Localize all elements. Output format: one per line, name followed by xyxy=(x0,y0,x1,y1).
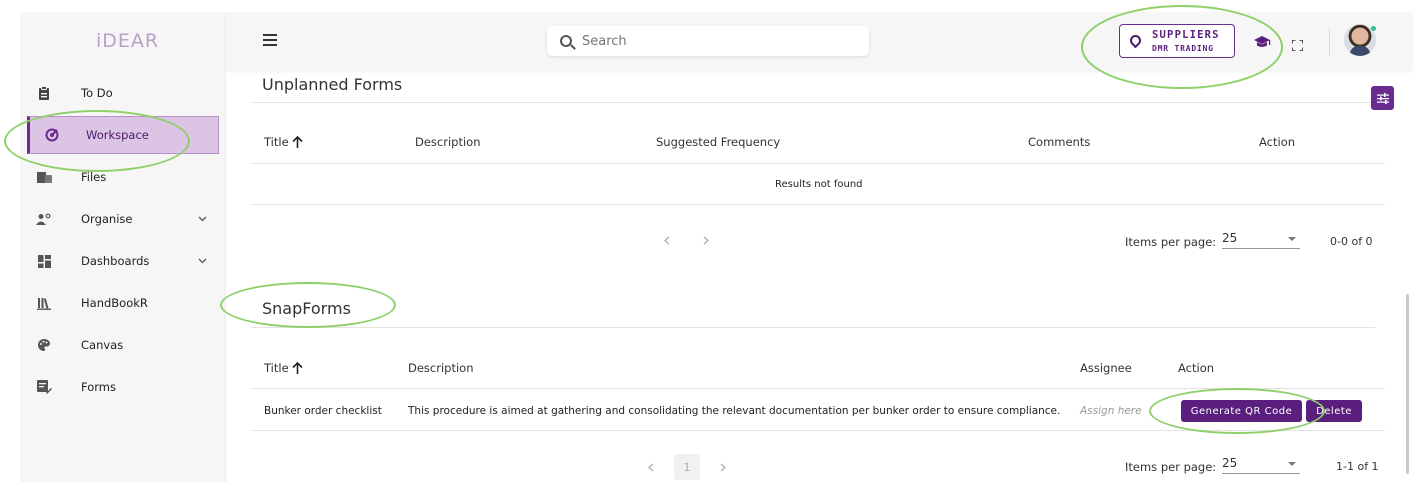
column-header-suggested-frequency: Suggested Frequency xyxy=(656,135,781,149)
scrollbar[interactable] xyxy=(1406,294,1409,474)
clipboard-icon xyxy=(36,85,52,101)
arrow-up-icon xyxy=(292,361,303,374)
row-title[interactable]: Bunker order checklist xyxy=(264,405,382,417)
column-header-assignee: Assignee xyxy=(1080,361,1132,375)
sidebar-item-label: Dashboards xyxy=(81,254,150,268)
divider xyxy=(251,388,1385,389)
pagination-range: 1-1 of 1 xyxy=(1336,460,1379,473)
sidebar-item-files[interactable]: Files xyxy=(20,158,226,196)
sidebar-item-label: Workspace xyxy=(86,128,149,142)
column-header-action: Action xyxy=(1178,361,1215,375)
app-logo: iDEAR xyxy=(96,30,160,52)
menu-icon[interactable] xyxy=(263,34,277,46)
section-title-snapforms: SnapForms xyxy=(262,299,351,318)
divider xyxy=(251,102,1385,103)
row-description: This procedure is aimed at gathering and… xyxy=(408,405,1061,417)
sidebar-item-label: Organise xyxy=(81,212,133,226)
dropdown-arrow-icon xyxy=(1288,462,1296,466)
people-icon xyxy=(36,211,52,227)
sidebar-item-workspace[interactable]: Workspace xyxy=(27,116,219,154)
filter-button[interactable] xyxy=(1371,86,1394,110)
column-header-description: Description xyxy=(408,361,474,375)
arrow-up-icon xyxy=(292,135,303,148)
graduation-cap-icon[interactable] xyxy=(1253,34,1271,48)
items-per-page-select[interactable]: 25 xyxy=(1222,456,1300,474)
target-icon xyxy=(44,127,60,143)
generate-qr-code-button[interactable]: Generate QR Code xyxy=(1181,400,1302,422)
delete-button[interactable]: Delete xyxy=(1306,400,1362,422)
column-header-title[interactable]: Title xyxy=(264,361,303,375)
top-bar: SUPPLIERS DMR TRADING xyxy=(227,12,1412,70)
palette-icon xyxy=(36,337,52,353)
supplier-title: SUPPLIERS xyxy=(1152,29,1220,41)
sidebar-item-label: HandBookR xyxy=(81,296,148,310)
pagination-range: 0-0 of 0 xyxy=(1330,235,1373,248)
divider xyxy=(251,327,1375,328)
next-page-button[interactable] xyxy=(720,461,726,475)
divider xyxy=(251,163,1385,164)
fullscreen-icon[interactable] xyxy=(1291,36,1304,52)
online-status-dot xyxy=(1371,26,1376,31)
divider xyxy=(1329,28,1330,56)
assign-here-link[interactable]: Assign here xyxy=(1080,405,1142,417)
prev-page-button[interactable] xyxy=(648,461,654,475)
chevron-down-icon xyxy=(198,214,207,225)
chevron-down-icon xyxy=(198,256,207,267)
dashboard-icon xyxy=(36,253,52,269)
items-per-page-label: Items per page: xyxy=(1125,460,1217,474)
sidebar-item-label: Files xyxy=(81,170,107,184)
column-header-comments: Comments xyxy=(1028,135,1091,149)
sidebar-item-label: To Do xyxy=(81,86,113,100)
books-icon xyxy=(36,295,52,311)
column-header-description: Description xyxy=(415,135,481,149)
supplier-selector[interactable]: SUPPLIERS DMR TRADING xyxy=(1119,24,1235,58)
items-per-page-label: Items per page: xyxy=(1125,235,1217,249)
sidebar-item-handbookr[interactable]: HandBookR xyxy=(20,284,226,322)
sidebar-item-dashboards[interactable]: Dashboards xyxy=(20,242,226,280)
items-per-page-select[interactable]: 25 xyxy=(1222,231,1300,249)
search-input[interactable] xyxy=(582,33,842,49)
folder-icon xyxy=(36,169,52,185)
sidebar-item-canvas[interactable]: Canvas xyxy=(20,326,226,364)
form-icon xyxy=(36,379,52,395)
prev-page-button[interactable] xyxy=(664,234,670,248)
column-header-title[interactable]: Title xyxy=(264,135,303,149)
dropdown-arrow-icon xyxy=(1288,237,1296,241)
sidebar-item-todo[interactable]: To Do xyxy=(20,74,226,112)
empty-results-text: Results not found xyxy=(775,179,863,190)
sidebar-item-label: Forms xyxy=(81,380,116,394)
search-bar[interactable] xyxy=(547,26,869,56)
section-title-unplanned-forms: Unplanned Forms xyxy=(262,75,403,94)
divider xyxy=(251,430,1385,431)
location-pin-icon xyxy=(1127,32,1144,49)
next-page-button[interactable] xyxy=(703,234,709,248)
column-header-action: Action xyxy=(1259,135,1296,149)
sidebar-item-organise[interactable]: Organise xyxy=(20,200,226,238)
sidebar-item-label: Canvas xyxy=(81,338,124,352)
search-icon xyxy=(560,35,572,47)
divider xyxy=(251,204,1385,205)
sidebar-item-forms[interactable]: Forms xyxy=(20,368,226,406)
supplier-subtitle: DMR TRADING xyxy=(1152,44,1214,53)
page-number-button[interactable]: 1 xyxy=(674,454,700,480)
sliders-icon xyxy=(1376,92,1389,104)
